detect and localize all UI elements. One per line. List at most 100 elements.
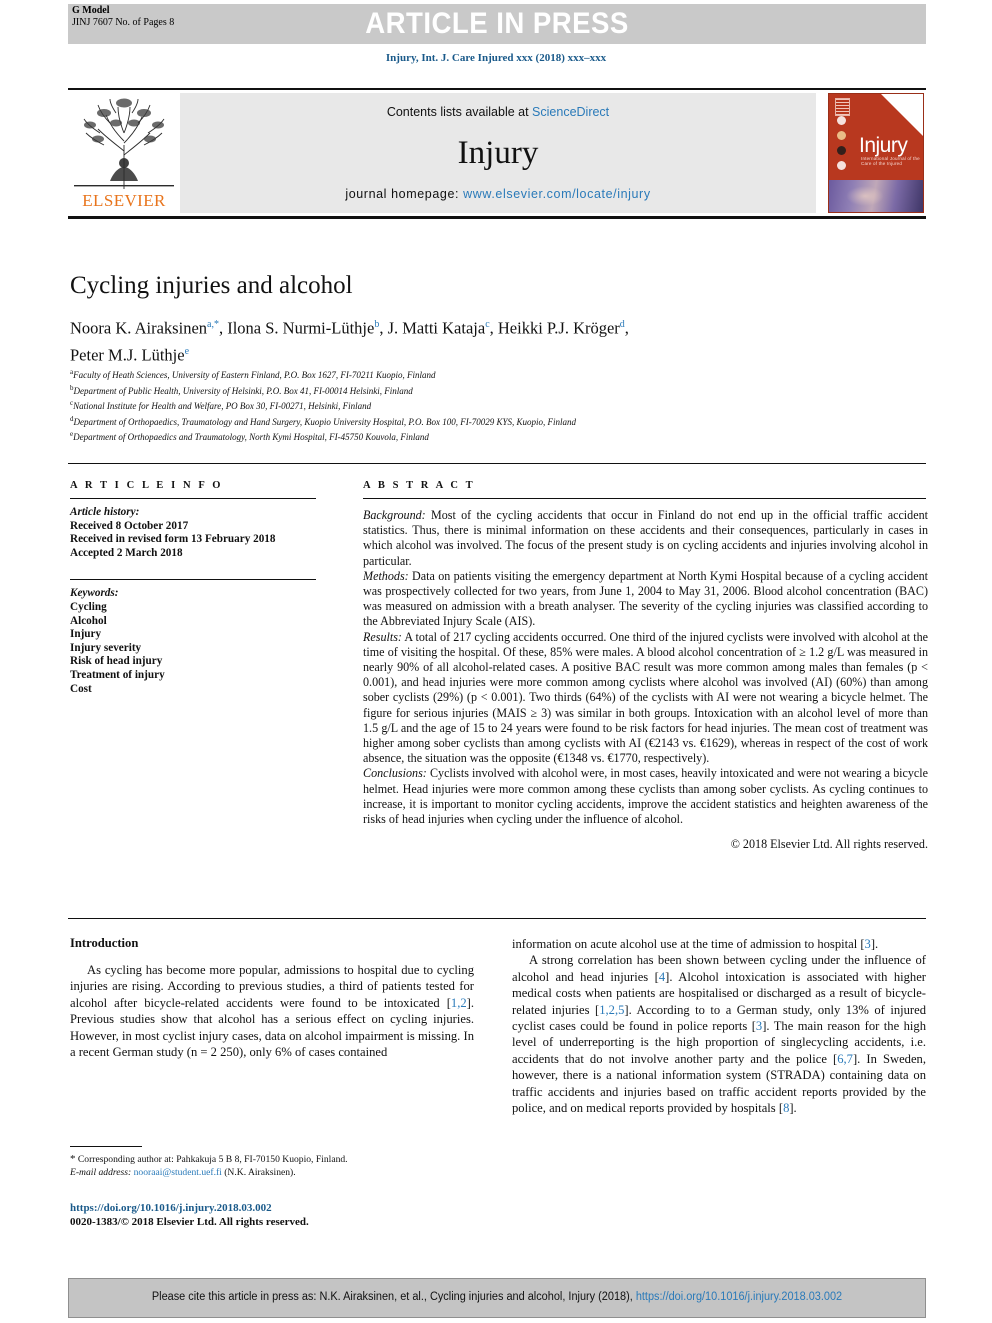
author-email-link[interactable]: nooraai@student.uef.fi [134, 1167, 222, 1178]
cover-journal-title: Injury [859, 134, 908, 157]
author-name: Peter M.J. Lüthje [70, 345, 185, 364]
abstract-results-text: A total of 217 cycling accidents occurre… [363, 629, 928, 766]
doi-block: https://doi.org/10.1016/j.injury.2018.03… [70, 1201, 490, 1229]
abstract-heading: A B S T R A C T [363, 480, 476, 491]
abstract-paragraph-results: Results: A total of 217 cycling accident… [363, 630, 928, 767]
contents-available-line: Contents lists available at ScienceDirec… [180, 105, 816, 119]
introduction-right-column: information on acute alcohol use at the … [512, 936, 926, 1116]
cite-doi-link[interactable]: https://doi.org/10.1016/j.injury.2018.03… [636, 1291, 842, 1303]
journal-homepage-line: journal homepage: www.elsevier.com/locat… [180, 187, 816, 201]
journal-title: Injury [457, 135, 539, 171]
introduction-left-column: Introduction As cycling has become more … [70, 936, 474, 1060]
keywords-group: Keywords: Cycling Alcohol Injury Injury … [70, 587, 340, 696]
journal-homepage-link[interactable]: www.elsevier.com/locate/injury [463, 187, 651, 201]
corresponding-author-footnote: * Corresponding author at: Pahkakuja 5 B… [70, 1146, 474, 1179]
abstract-paragraph-background: Background: Most of the cycling accident… [363, 508, 928, 569]
citation-ref[interactable]: 1,2,5 [599, 1003, 624, 1017]
author-name: Ilona S. Nurmi-Lüthje [227, 318, 375, 338]
journal-cover-thumbnail: Injury International Journal of the Care… [828, 93, 924, 213]
affiliation-text: Faculty of Heath Sciences, University of… [73, 370, 436, 380]
abstract-results-label: Results: [363, 629, 402, 644]
abstract-body: Background: Most of the cycling accident… [363, 508, 928, 852]
keyword-item: Risk of head injury [70, 655, 163, 668]
corresponding-author-text: Corresponding author at: Pahkakuja 5 B 8… [75, 1154, 348, 1165]
footnote-text: * Corresponding author at: Pahkakuja 5 B… [70, 1153, 474, 1179]
author-name: Noora K. Airaksinen [70, 318, 208, 338]
affiliation-text: National Institute for Health and Welfar… [73, 401, 372, 412]
jinj-pages-line: JINJ 7607 No. of Pages 8 [72, 16, 175, 28]
citation-ref[interactable]: 1,2 [451, 996, 467, 1010]
affiliation-item: aFaculty of Heath Sciences, University o… [70, 366, 930, 382]
email-owner-text: (N.K. Airaksinen). [221, 1166, 296, 1178]
abstract-methods-text: Data on patients visiting the emergency … [363, 568, 928, 629]
elsevier-logo: ELSEVIER [70, 93, 178, 213]
affiliation-item: eDepartment of Orthopaedics and Traumato… [70, 428, 930, 444]
cover-photo-band [829, 180, 923, 212]
abstract-paragraph-conclusions: Conclusions: Cyclists involved with alco… [363, 766, 928, 827]
cite-prefix: Please cite this article in press as: N.… [151, 1291, 636, 1303]
masthead-bottom-rule [68, 216, 926, 219]
info-block-top-rule [68, 463, 926, 464]
footnote-rule [70, 1146, 142, 1147]
page-title: Cycling injuries and alcohol [70, 272, 353, 299]
elsevier-wordmark: ELSEVIER [82, 191, 166, 210]
abstract-background-text: Most of the cycling accidents that occur… [363, 508, 928, 568]
g-model-line: G Model [72, 5, 110, 16]
issn-copyright-line: 0020-1383/© 2018 Elsevier Ltd. All right… [70, 1216, 309, 1228]
affiliation-item: bDepartment of Public Health, University… [70, 382, 930, 398]
history-item: Accepted 2 March 2018 [70, 546, 183, 559]
intro-left-text-a: As cycling has become more popular, admi… [70, 963, 474, 1010]
keywords-divider [70, 579, 316, 581]
homepage-prefix: journal homepage: [345, 187, 464, 201]
affiliation-item: cNational Institute for Health and Welfa… [70, 397, 930, 413]
affiliation-list: aFaculty of Heath Sciences, University o… [70, 366, 930, 444]
cover-corner-fold [881, 94, 923, 136]
affiliation-item: dDepartment of Orthopaedics, Traumatolog… [70, 413, 930, 429]
introduction-paragraph-2: information on acute alcohol use at the … [512, 936, 926, 952]
cite-this-article-text: Please cite this article in press as: N.… [90, 1291, 903, 1303]
article-info-divider [70, 498, 316, 499]
author-list: Noora K. Airaksinena,*, Ilona S. Nurmi-L… [70, 318, 629, 365]
journal-reference-line: Injury, Int. J. Care Injured xxx (2018) … [385, 52, 607, 64]
info-block-bottom-rule [68, 918, 926, 919]
sciencedirect-link[interactable]: ScienceDirect [532, 105, 609, 119]
masthead: ELSEVIER Contents lists available at Sci… [68, 88, 926, 219]
cover-icon-column [837, 116, 859, 186]
author-marks[interactable]: e [185, 346, 189, 357]
abstract-divider [363, 498, 926, 499]
cover-journal-subtitle: International Journal of the Care of the… [861, 156, 920, 166]
citation-ref[interactable]: 6,7 [837, 1052, 853, 1066]
author-marks[interactable]: b [374, 319, 379, 330]
keyword-item: Cost [70, 682, 92, 695]
author-marks[interactable]: a,* [207, 319, 219, 330]
abstract-methods-label: Methods: [363, 568, 409, 583]
introduction-paragraph-1: As cycling has become more popular, admi… [70, 962, 474, 1060]
introduction-paragraph-3: A strong correlation has been shown betw… [512, 952, 926, 1116]
affiliation-text: Department of Public Health, University … [73, 385, 413, 396]
abstract-background-label: Background: [363, 508, 426, 522]
abstract-conclusions-text: Cyclists involved with alcohol were, in … [363, 766, 928, 827]
article-info-column: A R T I C L E I N F O Article history: R… [70, 480, 340, 696]
email-address-label: E-mail address: [70, 1166, 132, 1178]
article-in-press-band: ARTICLE IN PRESS [68, 4, 926, 44]
abstract-copyright: © 2018 Elsevier Ltd. All rights reserved… [730, 837, 928, 852]
history-item: Received in revised form 13 February 201… [70, 533, 276, 546]
abstract-conclusions-label: Conclusions: [363, 766, 427, 781]
intro-right-text-a: information on acute alcohol use at the … [512, 937, 865, 951]
keywords-label: Keywords: [70, 587, 119, 600]
masthead-center-panel: Contents lists available at ScienceDirec… [180, 93, 816, 213]
article-info-heading: A R T I C L E I N F O [70, 480, 224, 491]
author-marks[interactable]: c [485, 319, 489, 330]
affiliation-text: Department of Orthopaedics and Traumatol… [73, 432, 429, 443]
introduction-heading: Introduction [70, 936, 139, 950]
author-name: Heikki P.J. Kröger [497, 318, 620, 338]
keyword-item: Injury [70, 628, 102, 641]
intro-right-text-b: ]. [870, 937, 879, 951]
abstract-paragraph-methods: Methods: Data on patients visiting the e… [363, 569, 928, 630]
keyword-item: Cycling [70, 600, 107, 613]
author-name: J. Matti Kataja [387, 318, 486, 338]
author-marks[interactable]: d [620, 319, 625, 330]
doi-link[interactable]: https://doi.org/10.1016/j.injury.2018.03… [70, 1201, 490, 1215]
masthead-top-rule [68, 88, 926, 90]
